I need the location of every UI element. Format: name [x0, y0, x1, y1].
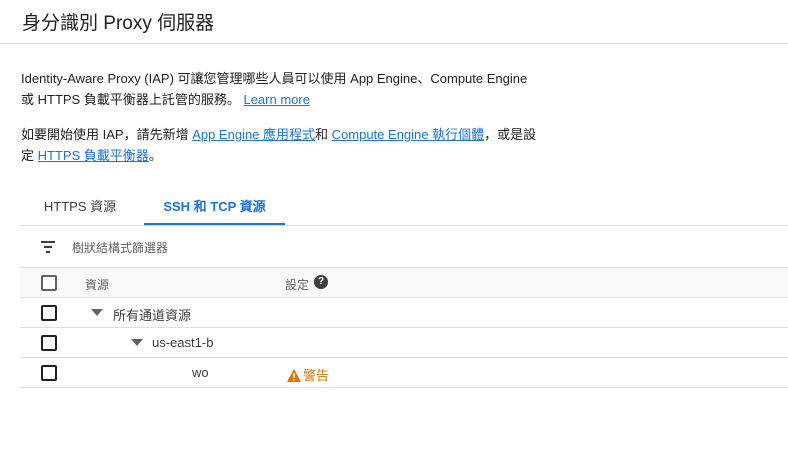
- row-checkbox[interactable]: [41, 335, 57, 351]
- filter-list-icon[interactable]: [41, 241, 55, 253]
- getting-started-prefix: 如要開始使用 IAP，請先新增: [21, 127, 193, 142]
- intro-line-1: Identity-Aware Proxy (IAP) 可讓您管理哪些人員可以使用…: [21, 71, 528, 86]
- intro-line-2: 或 HTTPS 負載平衡器上託管的服務。: [21, 92, 240, 107]
- app-engine-link[interactable]: App Engine 應用程式: [192, 127, 315, 142]
- warning-status[interactable]: 警告: [287, 365, 329, 384]
- expand-caret-icon[interactable]: [131, 339, 143, 346]
- warning-label: 警告: [303, 368, 330, 383]
- tree-filter-bar: 樹狀結構式篩選器: [20, 236, 788, 260]
- row-checkbox[interactable]: [41, 365, 57, 381]
- getting-started-or: ，或是設: [484, 127, 537, 142]
- expand-caret-icon[interactable]: [91, 309, 103, 316]
- table-row: wo 警告: [20, 358, 788, 388]
- page-header: 身分識別 Proxy 伺服器: [0, 0, 788, 44]
- resource-name: us-east1-b: [152, 335, 214, 350]
- table-header-row: 資源 設定 ?: [20, 267, 788, 298]
- page-title: 身分識別 Proxy 伺服器: [22, 13, 215, 34]
- intro-paragraph: Identity-Aware Proxy (IAP) 可讓您管理哪些人員可以使用…: [21, 68, 541, 110]
- tree-filter-input[interactable]: 樹狀結構式篩選器: [72, 239, 168, 256]
- column-header-resource[interactable]: 資源: [85, 276, 109, 293]
- table-row: 所有通道資源: [20, 298, 788, 328]
- row-checkbox[interactable]: [41, 305, 57, 321]
- help-icon[interactable]: ?: [314, 275, 328, 289]
- select-all-checkbox[interactable]: [41, 275, 57, 291]
- resource-tabs: HTTPS 資源 SSH 和 TCP 資源: [20, 190, 788, 226]
- getting-started-and: 和: [315, 127, 332, 142]
- warning-icon: [287, 369, 301, 382]
- compute-engine-link[interactable]: Compute Engine 執行個體: [332, 127, 484, 142]
- tab-ssh-tcp-resources[interactable]: SSH 和 TCP 資源: [144, 190, 285, 225]
- https-load-balancer-link[interactable]: HTTPS 負載平衡器: [38, 148, 149, 163]
- resource-name: 所有通道資源: [113, 308, 192, 323]
- tab-https-resources[interactable]: HTTPS 資源: [20, 190, 140, 225]
- resource-name: wo: [192, 365, 209, 380]
- column-header-settings: 設定: [285, 278, 310, 292]
- getting-started-line2-prefix: 定: [21, 148, 38, 163]
- getting-started-end: 。: [148, 148, 162, 163]
- resources-table: 資源 設定 ? 所有通道資源 us-east1-b wo 警告: [20, 267, 788, 388]
- getting-started-paragraph: 如要開始使用 IAP，請先新增 App Engine 應用程式和 Compute…: [21, 124, 541, 166]
- learn-more-link[interactable]: Learn more: [243, 92, 309, 107]
- table-row: us-east1-b: [20, 328, 788, 358]
